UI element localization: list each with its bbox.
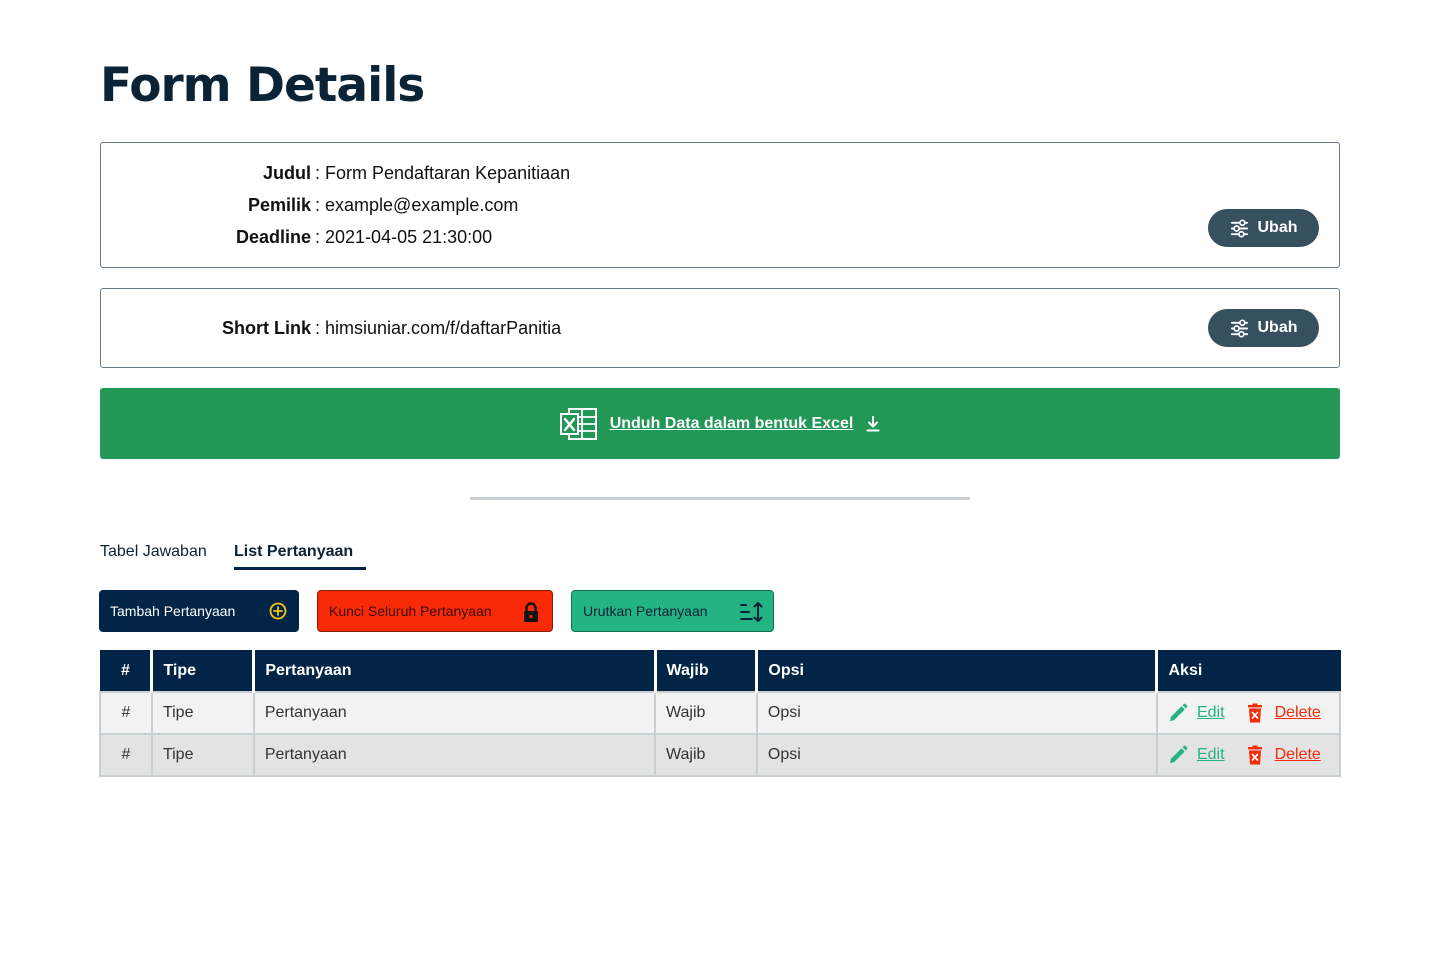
edit-question-link[interactable]: Edit (1197, 704, 1225, 722)
col-header-pertanyaan: Pertanyaan (253, 650, 657, 693)
questions-table: # Tipe Pertanyaan Wajib Opsi Aksi # Tipe… (99, 650, 1342, 777)
trash-icon[interactable] (1245, 703, 1265, 723)
add-question-label: Tambah Pertanyaan (110, 603, 236, 619)
plus-circle-icon (269, 602, 287, 620)
table-row: # Tipe Pertanyaan Wajib Opsi Edit Delete (99, 691, 1342, 735)
edit-short-link-label: Ubah (1257, 319, 1298, 336)
judul-value: Form Pendaftaran Kepanitiaan (325, 162, 571, 183)
pencil-icon[interactable] (1168, 745, 1188, 765)
short-link-separator: : (315, 317, 321, 338)
excel-icon (559, 407, 597, 440)
lock-icon (524, 602, 538, 622)
delete-question-link[interactable]: Delete (1275, 704, 1321, 722)
short-link-row: Short Link : himsiuniar.com/f/daftarPani… (101, 316, 561, 340)
sort-icon (740, 602, 763, 622)
col-header-aksi: Aksi (1156, 650, 1341, 693)
col-header-wajib: Wajib (654, 650, 759, 693)
sliders-icon (1230, 318, 1248, 338)
lock-all-questions-button[interactable]: Kunci Seluruh Pertanyaan (317, 590, 553, 632)
sliders-icon (1230, 218, 1248, 238)
judul-row: Judul : Form Pendaftaran Kepanitiaan (101, 161, 570, 185)
edit-question-link[interactable]: Edit (1197, 746, 1225, 764)
cell-opsi: Opsi (755, 733, 1158, 777)
cell-tipe: Tipe (150, 691, 255, 735)
sort-questions-button[interactable]: Urutkan Pertanyaan (571, 590, 774, 632)
delete-question-link[interactable]: Delete (1275, 746, 1321, 764)
deadline-row: Deadline : 2021-04-05 21:30:00 (101, 225, 492, 249)
pemilik-label: Pemilik (247, 194, 311, 215)
short-link-card: Short Link : himsiuniar.com/f/daftarPani… (100, 288, 1340, 368)
tab-list-pertanyaan[interactable]: List Pertanyaan (234, 543, 353, 561)
pemilik-row: Pemilik : example@example.com (101, 193, 518, 217)
download-icon (866, 415, 880, 431)
cell-aksi: Edit Delete (1155, 733, 1342, 777)
trash-icon[interactable] (1245, 745, 1265, 765)
col-header-tipe: Tipe (151, 650, 256, 693)
deadline-separator: : (315, 226, 321, 247)
cell-number: # (99, 733, 153, 777)
pemilik-separator: : (315, 194, 321, 215)
cell-pertanyaan: Pertanyaan (252, 733, 657, 777)
download-excel-label: Unduh Data dalam bentuk Excel (609, 414, 854, 432)
edit-short-link-button[interactable]: Ubah (1208, 309, 1319, 347)
cell-wajib: Wajib (654, 733, 758, 777)
cell-aksi: Edit Delete (1155, 691, 1342, 735)
cell-number: # (99, 691, 153, 735)
short-link-label: Short Link (222, 317, 311, 338)
cell-wajib: Wajib (654, 691, 758, 735)
active-tab-indicator (234, 567, 366, 570)
pencil-icon[interactable] (1168, 703, 1188, 723)
form-info-card: Judul : Form Pendaftaran Kepanitiaan Pem… (100, 142, 1340, 268)
edit-form-info-button[interactable]: Ubah (1208, 209, 1319, 247)
table-row: # Tipe Pertanyaan Wajib Opsi Edit Delete (99, 733, 1342, 777)
table-header-row: # Tipe Pertanyaan Wajib Opsi Aksi (99, 650, 1341, 693)
judul-separator: : (315, 162, 321, 183)
page-title: Form Details (100, 58, 425, 113)
deadline-label: Deadline (235, 226, 311, 247)
cell-tipe: Tipe (150, 733, 255, 777)
add-question-button[interactable]: Tambah Pertanyaan (99, 590, 299, 632)
short-link-value: himsiuniar.com/f/daftarPanitia (325, 317, 562, 338)
cell-pertanyaan: Pertanyaan (252, 691, 657, 735)
judul-label: Judul (263, 162, 311, 183)
col-header-opsi: Opsi (756, 650, 1159, 693)
lock-all-questions-label: Kunci Seluruh Pertanyaan (329, 603, 492, 619)
col-header-number: # (99, 650, 154, 693)
tab-tabel-jawaban[interactable]: Tabel Jawaban (100, 543, 207, 561)
section-divider (470, 497, 970, 500)
deadline-value: 2021-04-05 21:30:00 (325, 226, 493, 247)
pemilik-value: example@example.com (325, 194, 519, 215)
sort-questions-label: Urutkan Pertanyaan (583, 603, 708, 619)
download-excel-button[interactable]: Unduh Data dalam bentuk Excel (100, 388, 1340, 459)
cell-opsi: Opsi (755, 691, 1158, 735)
edit-form-info-label: Ubah (1257, 219, 1298, 236)
